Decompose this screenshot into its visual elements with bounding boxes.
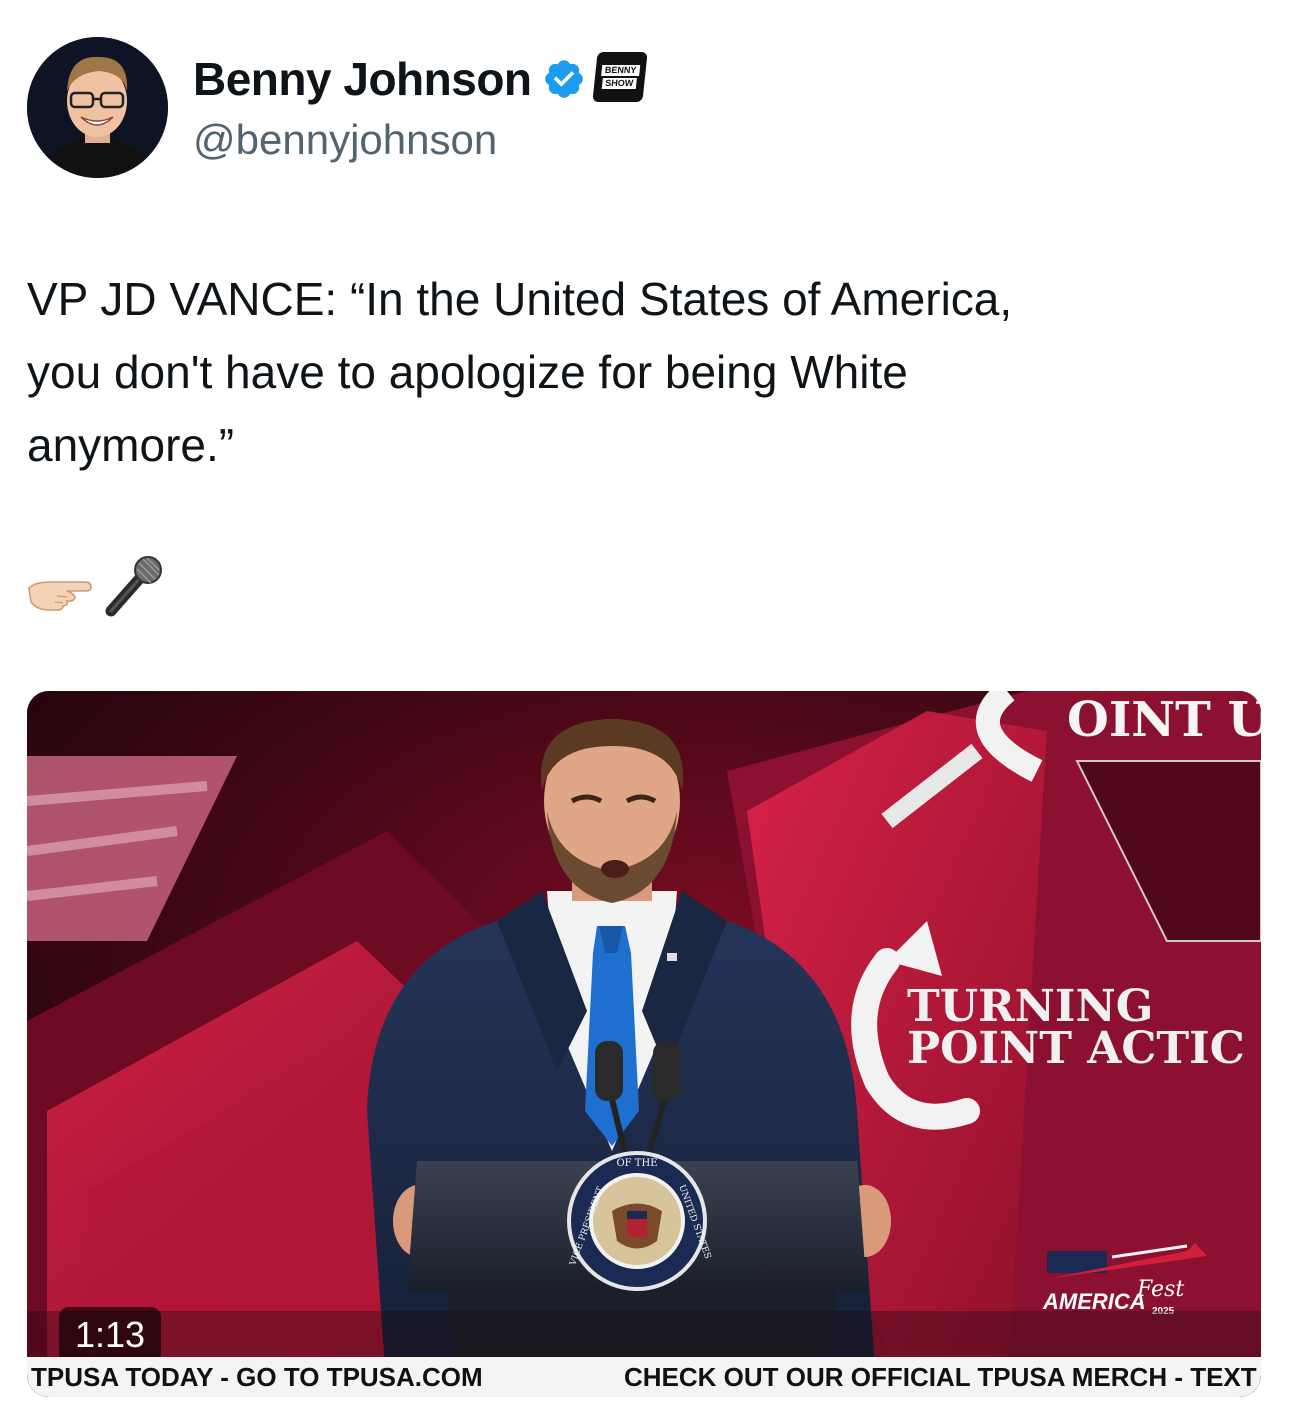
tweet-text: VP JD VANCE: “In the United States of Am… [27, 263, 1257, 482]
video-frame: OINT U TURNING POINT ACTIC OF THE VICE P… [27, 691, 1261, 1397]
tweet-text-line: VP JD VANCE: “In the United States of Am… [27, 273, 1013, 325]
event-logo-text: AMERICA [1042, 1289, 1146, 1314]
microphone-icon [105, 556, 162, 617]
handle[interactable]: @bennyjohnson [193, 116, 497, 164]
seal-text-top: OF THE [616, 1158, 657, 1169]
affiliate-badge[interactable]: BENNY SHOW [592, 52, 648, 102]
video-player[interactable]: OINT U TURNING POINT ACTIC OF THE VICE P… [27, 691, 1261, 1397]
ticker-left-text: TPUSA TODAY - GO TO TPUSA.COM [31, 1362, 483, 1392]
ticker-right-text: CHECK OUT OUR OFFICIAL TPUSA MERCH - TEX… [624, 1362, 1257, 1392]
event-logo-script: Fest [1136, 1277, 1184, 1302]
tweet-text-line: anymore.” [27, 419, 235, 471]
affiliate-badge-line2: SHOW [601, 78, 637, 89]
duration-badge: 1:13 [59, 1307, 162, 1363]
tweet-text-line: you don't have to apologize for being Wh… [27, 346, 908, 398]
news-ticker: TPUSA TODAY - GO TO TPUSA.COM CHECK OUT … [27, 1357, 1261, 1397]
backdrop-text-top: OINT U [1067, 692, 1261, 748]
verified-badge-icon [545, 60, 583, 98]
affiliate-badge-line1: BENNY [601, 65, 641, 76]
backdrop-text-line2: POINT ACTIC [907, 1023, 1245, 1074]
hand-pointing-icon [28, 581, 92, 611]
avatar[interactable] [27, 37, 168, 178]
display-name[interactable]: Benny Johnson [193, 52, 532, 106]
emoji-row [27, 550, 187, 620]
